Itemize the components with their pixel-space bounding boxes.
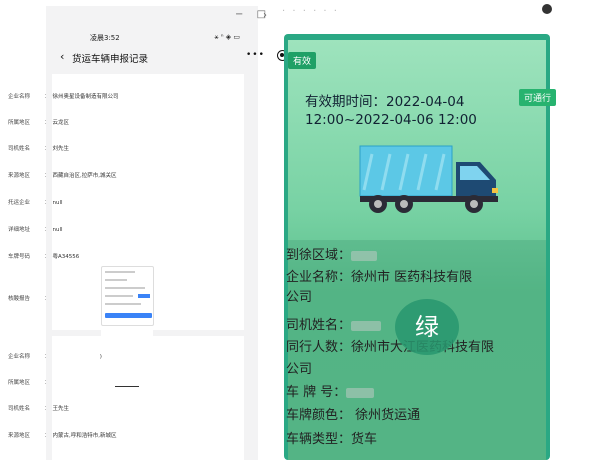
record-row: 所属地区：云龙区	[8, 120, 70, 126]
dot-icon	[542, 4, 552, 14]
page-title: 货运车辆申报记录	[72, 54, 149, 65]
record-row: 企业名称：)	[8, 354, 102, 360]
info-region: 到徐区域：	[286, 248, 378, 264]
record-row: 所属地区：	[8, 380, 50, 386]
record-row: 来源地区：西藏自治区,拉萨市,城关区	[8, 173, 117, 179]
popup-sheet	[101, 326, 153, 392]
validity-line-2: 12:00~2022-04-06 12:00	[305, 112, 477, 128]
chevron-right-icon[interactable]: ›	[263, 10, 267, 21]
record-row: 来源地区：内蒙古,呼和浩特市,新城区	[8, 433, 117, 439]
record-row: 司机姓名：王先生	[8, 406, 70, 412]
info-vehicle-type: 车辆类型：货车	[286, 432, 378, 447]
info-plate-color: 车牌颜色： 徐州货运通	[286, 408, 421, 423]
nav-bar: ‹ 货运车辆申报记录 •••	[46, 46, 288, 70]
window-controls: − □	[225, 9, 266, 20]
info-driver: 司机姓名：	[286, 318, 382, 334]
record-row: 详细地址： null	[8, 227, 63, 233]
info-plate: 车 牌 号：	[286, 385, 375, 401]
record-row: 核酸报告：	[8, 296, 50, 302]
green-code-badge: 绿	[395, 299, 459, 355]
info-companions: 同行人数：徐州市大江医药科技有限	[286, 340, 495, 355]
minimize-button[interactable]: −	[235, 9, 243, 20]
truck-icon	[359, 145, 498, 213]
status-time: 凌晨3:52	[90, 34, 120, 42]
info-company-cont: 公司	[286, 290, 313, 305]
phone-status-bar: 凌晨3:52 ⚹ ⁿ ◈ ▭	[46, 30, 258, 46]
blurred-header: · · · · · ·	[282, 6, 339, 17]
record-row: 托运企业： null	[8, 200, 63, 206]
validity-line-1: 有效期时间：2022-04-04	[305, 94, 465, 110]
validity-period: 有效期时间：2022-04-04 12:00~2022-04-06 12:00	[305, 93, 525, 129]
status-icons: ⚹ ⁿ ◈ ▭	[214, 33, 240, 41]
more-icon[interactable]: •••	[246, 50, 265, 60]
back-icon[interactable]: ‹	[60, 50, 64, 63]
record-row: 车牌号码：粤A34556	[8, 254, 80, 260]
valid-badge: 有效	[288, 52, 317, 69]
info-companions-cont: 公司	[286, 362, 313, 377]
report-thumbnail[interactable]	[101, 266, 154, 326]
info-company: 企业名称：徐州市 医药科技有限	[286, 270, 473, 285]
record-row: 司机姓名：刘先生	[8, 146, 70, 152]
record-row: 企业名称：徐州奥星设备制造有限公司	[8, 94, 119, 100]
screen: − □ › 凌晨3:52 ⚹ ⁿ ◈ ▭ ‹ 货运车辆申报记录 ••• 企业名称…	[0, 0, 602, 460]
